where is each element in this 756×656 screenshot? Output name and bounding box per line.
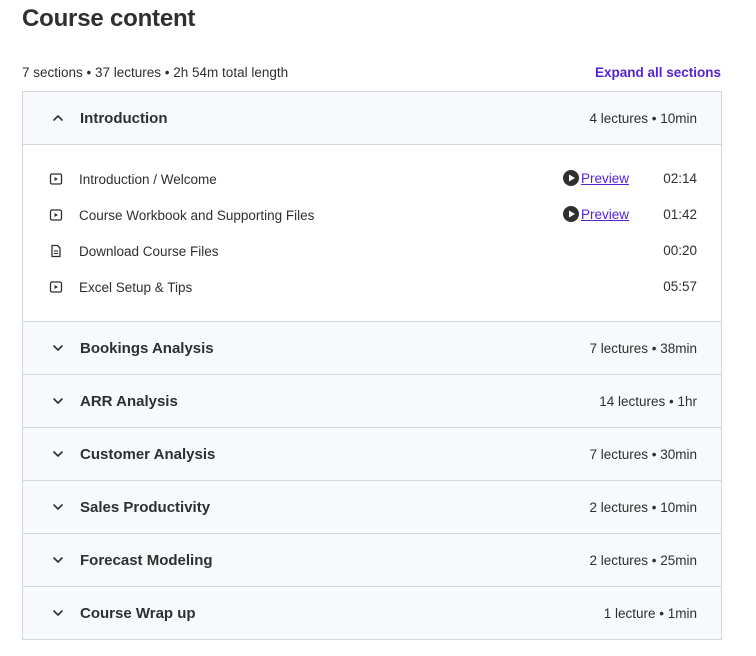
play-icon bbox=[563, 170, 579, 186]
chevron-down-icon bbox=[52, 501, 64, 513]
section-title: ARR Analysis bbox=[80, 392, 178, 410]
section-header-arr-analysis[interactable]: ARR Analysis 14 lectures • 1hr bbox=[23, 374, 721, 427]
section-title: Bookings Analysis bbox=[80, 339, 214, 357]
video-icon bbox=[49, 280, 63, 294]
chevron-up-icon bbox=[52, 112, 64, 124]
lecture-duration: 01:42 bbox=[663, 207, 697, 222]
preview-link[interactable]: Preview bbox=[581, 207, 629, 222]
lecture-item: Introduction / Welcome Preview 02:14 bbox=[23, 161, 721, 197]
section-meta: 2 lectures • 10min bbox=[589, 499, 697, 515]
section-title: Forecast Modeling bbox=[80, 551, 213, 569]
section-meta: 4 lectures • 10min bbox=[589, 110, 697, 126]
section-meta: 14 lectures • 1hr bbox=[599, 393, 697, 409]
lecture-item: Download Course Files 00:20 bbox=[23, 233, 721, 269]
lecture-duration: 00:20 bbox=[663, 243, 697, 258]
section-header-introduction[interactable]: Introduction 4 lectures • 10min bbox=[23, 92, 721, 144]
section-header-forecast-modeling[interactable]: Forecast Modeling 2 lectures • 25min bbox=[23, 533, 721, 586]
section-header-bookings-analysis[interactable]: Bookings Analysis 7 lectures • 38min bbox=[23, 321, 721, 374]
section-meta: 1 lecture • 1min bbox=[603, 605, 697, 621]
preview-button[interactable]: Preview bbox=[563, 206, 629, 222]
course-summary: 7 sections • 37 lectures • 2h 54m total … bbox=[22, 64, 289, 80]
video-icon bbox=[49, 208, 63, 222]
lecture-title: Excel Setup & Tips bbox=[79, 279, 193, 295]
page-title: Course content bbox=[22, 5, 196, 32]
video-icon bbox=[49, 172, 63, 186]
chevron-down-icon bbox=[52, 554, 64, 566]
section-title: Introduction bbox=[80, 109, 168, 127]
document-icon bbox=[49, 244, 63, 258]
lecture-title: Download Course Files bbox=[79, 243, 219, 259]
lecture-item: Course Workbook and Supporting Files Pre… bbox=[23, 197, 721, 233]
lecture-duration: 02:14 bbox=[663, 171, 697, 186]
section-meta: 7 lectures • 38min bbox=[589, 340, 697, 356]
section-header-customer-analysis[interactable]: Customer Analysis 7 lectures • 30min bbox=[23, 427, 721, 480]
play-icon bbox=[563, 206, 579, 222]
section-meta: 7 lectures • 30min bbox=[589, 446, 697, 462]
section-title: Sales Productivity bbox=[80, 498, 211, 516]
chevron-down-icon bbox=[52, 395, 64, 407]
expand-all-sections-button[interactable]: Expand all sections bbox=[595, 65, 721, 80]
preview-button[interactable]: Preview bbox=[563, 170, 629, 186]
chevron-down-icon bbox=[52, 342, 64, 354]
course-content-panel: Course content 7 sections • 37 lectures … bbox=[0, 0, 756, 656]
section-header-sales-productivity[interactable]: Sales Productivity 2 lectures • 10min bbox=[23, 480, 721, 533]
curriculum-accordion: Introduction 4 lectures • 10min Introduc… bbox=[22, 91, 722, 640]
lecture-duration: 05:57 bbox=[663, 279, 697, 294]
lecture-item: Excel Setup & Tips 05:57 bbox=[23, 269, 721, 305]
section-body-introduction: Introduction / Welcome Preview 02:14 Cou… bbox=[23, 144, 721, 321]
chevron-down-icon bbox=[52, 607, 64, 619]
chevron-down-icon bbox=[52, 448, 64, 460]
section-title: Course Wrap up bbox=[80, 604, 196, 622]
preview-link[interactable]: Preview bbox=[581, 171, 629, 186]
summary-row: 7 sections • 37 lectures • 2h 54m total … bbox=[22, 62, 721, 82]
section-title: Customer Analysis bbox=[80, 445, 216, 463]
section-meta: 2 lectures • 25min bbox=[589, 552, 697, 568]
section-header-course-wrap-up[interactable]: Course Wrap up 1 lecture • 1min bbox=[23, 586, 721, 639]
